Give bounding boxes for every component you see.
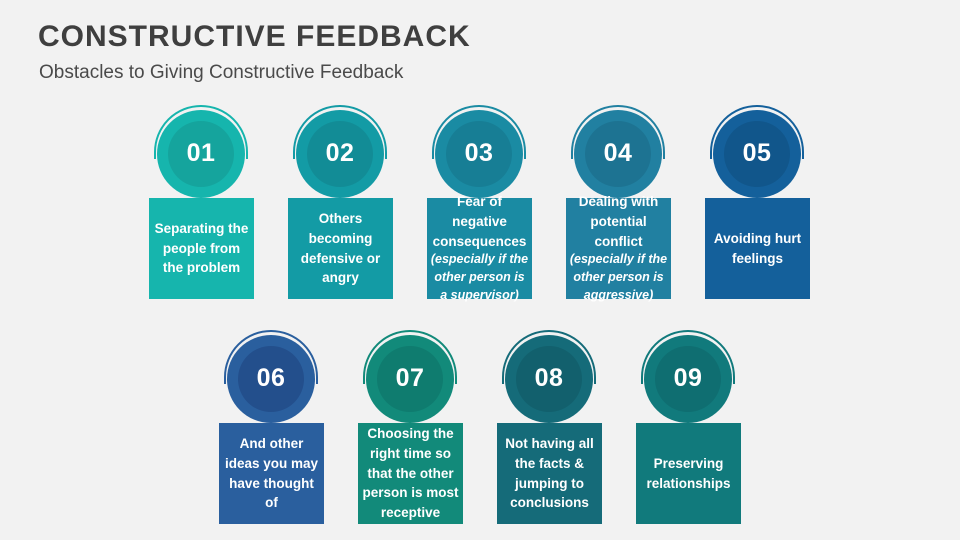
card-label-main: Not having all the facts & jumping to co… <box>505 436 594 511</box>
card-label-box: And other ideas you may have thought of <box>219 423 324 524</box>
card-label-box: Not having all the facts & jumping to co… <box>497 423 602 524</box>
card-number: 06 <box>256 363 286 392</box>
card-label-main: Choosing the right time so that the othe… <box>362 426 459 521</box>
card-label-main: Others becoming defensive or angry <box>300 211 381 286</box>
card-number: 07 <box>395 363 425 392</box>
card-number: 01 <box>186 138 216 167</box>
slide-canvas: CONSTRUCTIVE FEEDBACK Obstacles to Givin… <box>0 0 960 540</box>
card-label-main: And other ideas you may have thought of <box>224 436 319 511</box>
card-label-main: Separating the people from the problem <box>154 220 249 276</box>
card-badge: 01 <box>147 98 255 206</box>
card-label-box: Fear of negative consequences (especially… <box>427 194 532 302</box>
card-number: 02 <box>325 138 355 167</box>
card-label-box: Preserving relationships <box>636 423 741 524</box>
card-label-sub: (especially if the other person is a sup… <box>430 252 529 302</box>
card-label-box: Separating the people from the problem <box>149 198 254 299</box>
card-badge: 08 <box>495 323 603 431</box>
card-badge: 06 <box>217 323 325 431</box>
card-number: 03 <box>464 138 494 167</box>
card-label-box: Avoiding hurt feelings <box>705 198 810 299</box>
page-subtitle: Obstacles to Giving Constructive Feedbac… <box>39 62 404 83</box>
card-number: 08 <box>534 363 564 392</box>
page-title: CONSTRUCTIVE FEEDBACK <box>38 20 471 53</box>
card-badge: 03 <box>425 98 533 206</box>
card-label-box: Choosing the right time so that the othe… <box>358 423 463 524</box>
card-number: 09 <box>673 363 703 392</box>
card-label-sub: (especially if the other person is aggre… <box>569 252 668 302</box>
card-badge: 02 <box>286 98 394 206</box>
card-label-box: Dealing with potential conflict (especial… <box>566 194 671 302</box>
card-label-main: Fear of negative consequences <box>432 194 527 249</box>
card-label-main: Avoiding hurt feelings <box>713 230 802 266</box>
card-badge: 07 <box>356 323 464 431</box>
card-number: 05 <box>742 138 772 167</box>
card-badge: 04 <box>564 98 672 206</box>
card-label-main: Dealing with potential conflict <box>578 194 659 249</box>
card-label-main: Preserving relationships <box>646 455 731 491</box>
card-label-box: Others becoming defensive or angry <box>288 198 393 299</box>
card-badge: 05 <box>703 98 811 206</box>
card-number: 04 <box>603 138 633 167</box>
card-badge: 09 <box>634 323 742 431</box>
